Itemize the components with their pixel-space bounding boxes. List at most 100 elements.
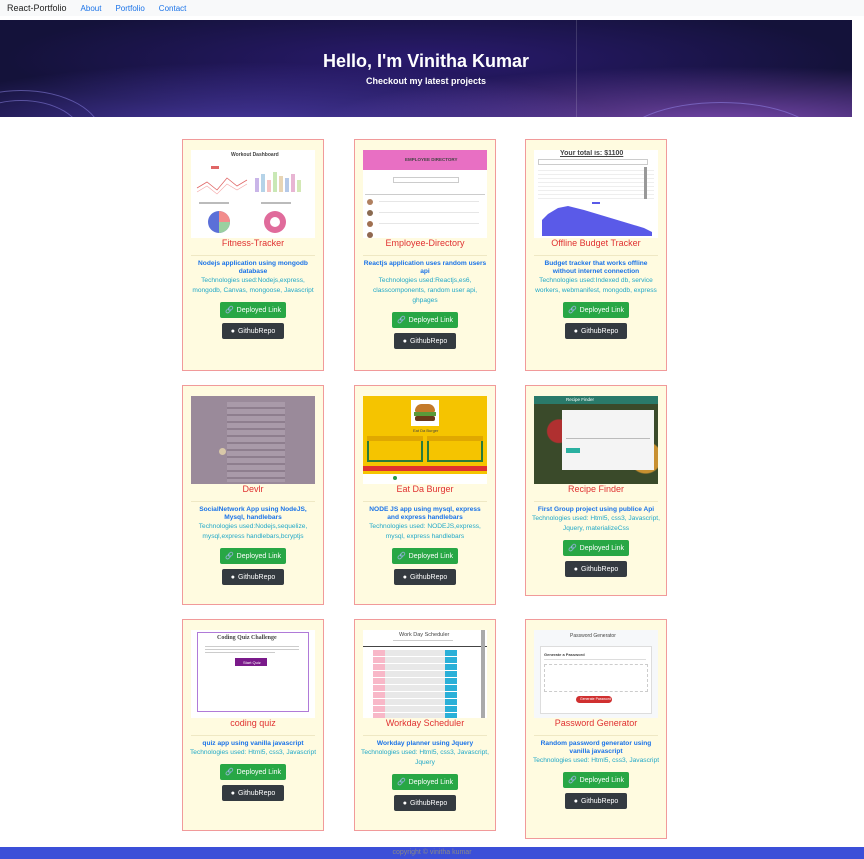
github-repo-button[interactable]: ● GithubRepo <box>222 569 284 585</box>
project-title: Password Generator <box>554 718 638 728</box>
project-title: Devlr <box>242 484 264 494</box>
project-screenshot: EMPLOYEE DIRECTORY <box>363 150 487 238</box>
divider <box>191 501 315 502</box>
project-screenshot: Your total is: $1100 <box>534 150 658 238</box>
deployed-link-button[interactable]: 🔗 Deployed Link <box>563 772 629 788</box>
project-card: Your total is: $1100 Offline Budget Trac… <box>525 139 667 371</box>
project-screenshot: Workout Dashboard <box>191 150 315 238</box>
project-technologies: Technologies used: Html5, css3, Javascri… <box>361 749 489 766</box>
github-repo-button[interactable]: ● GithubRepo <box>222 785 284 801</box>
project-description: Nodejs application using mongodb databas… <box>198 260 308 275</box>
github-icon: ● <box>230 327 235 335</box>
project-screenshot: Coding Quiz Challenge Start Quiz <box>191 630 315 718</box>
project-description: Workday planner using Jquery <box>376 740 474 747</box>
project-card: Work Day Scheduler Workday Scheduler Wor… <box>354 619 496 831</box>
deployed-link-button[interactable]: 🔗 Deployed Link <box>220 302 286 318</box>
divider <box>363 255 487 256</box>
github-icon: ● <box>573 327 578 335</box>
deployed-link-button[interactable]: 🔗 Deployed Link <box>563 540 629 556</box>
deployed-link-button[interactable]: 🔗 Deployed Link <box>392 774 458 790</box>
deployed-link-button[interactable]: 🔗 Deployed Link <box>220 764 286 780</box>
divider <box>534 501 658 502</box>
footer: copyright © vinitha kumar <box>0 847 864 859</box>
project-screenshot <box>191 396 315 484</box>
project-card: Recipe Finder Recipe Finder First Group … <box>525 385 667 596</box>
project-title: Recipe Finder <box>567 484 625 494</box>
hero-subtitle: Checkout my latest projects <box>365 76 487 86</box>
project-screenshot: Eat Da Burger <box>363 396 487 484</box>
link-icon: 🔗 <box>224 553 234 560</box>
project-screenshot: Password Generator Generate a Password G… <box>534 630 658 718</box>
deployed-link-button[interactable]: 🔗 Deployed Link <box>392 548 458 564</box>
project-title: Eat Da Burger <box>396 484 454 494</box>
github-repo-button[interactable]: ● GithubRepo <box>394 569 456 585</box>
github-icon: ● <box>230 789 235 797</box>
project-card: EMPLOYEE DIRECTORY Employee-Directory Re… <box>354 139 496 371</box>
link-icon: 🔗 <box>567 777 577 784</box>
project-title: Offline Budget Tracker <box>551 238 641 248</box>
project-title: Employee-Directory <box>385 238 465 248</box>
link-icon: 🔗 <box>567 307 577 314</box>
project-description: SocialNetwork App using NodeJS, Mysql, h… <box>199 506 307 521</box>
project-description: First Group project using publice Api <box>537 506 655 513</box>
deployed-link-button[interactable]: 🔗 Deployed Link <box>392 312 458 328</box>
divider <box>363 501 487 502</box>
link-icon: 🔗 <box>396 553 406 560</box>
hero-banner: Hello, I'm Vinitha Kumar Checkout my lat… <box>0 20 852 117</box>
nav-link-contact[interactable]: Contact <box>159 4 187 13</box>
github-repo-button[interactable]: ● GithubRepo <box>394 795 456 811</box>
github-repo-button[interactable]: ● GithubRepo <box>565 323 627 339</box>
project-technologies: Technologies used:Indexed db, service wo… <box>535 277 657 294</box>
github-repo-button[interactable]: ● GithubRepo <box>394 333 456 349</box>
project-technologies: Technologies used:Nodejs,sequelize, mysq… <box>198 523 308 540</box>
hero-title: Hello, I'm Vinitha Kumar <box>323 51 529 71</box>
github-icon: ● <box>402 337 407 345</box>
github-icon: ● <box>573 797 578 805</box>
project-screenshot: Recipe Finder <box>534 396 658 484</box>
nav-link-about[interactable]: About <box>81 4 102 13</box>
deployed-link-button[interactable]: 🔗 Deployed Link <box>220 548 286 564</box>
project-description: quiz app using vanilla javascript <box>202 740 304 747</box>
github-icon: ● <box>230 573 235 581</box>
github-repo-button[interactable]: ● GithubRepo <box>222 323 284 339</box>
project-technologies: Technologies used: NODEJS,express, mysql… <box>369 523 481 540</box>
project-title: Fitness-Tracker <box>221 238 285 248</box>
divider <box>363 735 487 736</box>
navbar: React-Portfolio About Portfolio Contact <box>0 0 864 16</box>
divider <box>534 735 658 736</box>
deployed-link-button[interactable]: 🔗 Deployed Link <box>563 302 629 318</box>
link-icon: 🔗 <box>224 769 234 776</box>
project-title: coding quiz <box>230 718 276 728</box>
github-icon: ● <box>402 799 407 807</box>
copyright-text: copyright © vinitha kumar <box>392 849 472 856</box>
divider <box>191 735 315 736</box>
project-title: Workday Scheduler <box>385 718 465 728</box>
project-card: Devlr SocialNetwork App using NodeJS, My… <box>182 385 324 605</box>
link-icon: 🔗 <box>396 317 406 324</box>
project-description: Budget tracker that works offline withou… <box>544 260 648 275</box>
project-technologies: Technologies used: Html5, css3, Javascri… <box>189 749 317 756</box>
project-technologies: Technologies used: Html5, css3, Javascri… <box>532 515 660 532</box>
link-icon: 🔗 <box>567 545 577 552</box>
github-icon: ● <box>402 573 407 581</box>
divider <box>191 255 315 256</box>
project-description: Reactjs application uses random users ap… <box>363 260 487 275</box>
github-repo-button[interactable]: ● GithubRepo <box>565 793 627 809</box>
project-card: Eat Da Burger Eat Da Burger NODE JS app … <box>354 385 496 605</box>
project-technologies: Technologies used: Html5, css3, Javascri… <box>532 757 660 764</box>
project-card: Coding Quiz Challenge Start Quiz coding … <box>182 619 324 831</box>
link-icon: 🔗 <box>224 307 234 314</box>
project-screenshot: Work Day Scheduler <box>363 630 487 718</box>
project-card: Workout Dashboard Fitness-Tracker Nodejs… <box>182 139 324 371</box>
github-icon: ● <box>573 565 578 573</box>
project-description: Random password generator using vanilla … <box>540 740 652 755</box>
project-technologies: Technologies used:Nodejs,express, mongod… <box>192 277 314 294</box>
link-icon: 🔗 <box>396 779 406 786</box>
nav-link-portfolio[interactable]: Portfolio <box>115 4 144 13</box>
github-repo-button[interactable]: ● GithubRepo <box>565 561 627 577</box>
navbar-brand[interactable]: React-Portfolio <box>7 3 67 13</box>
project-card: Password Generator Generate a Password G… <box>525 619 667 839</box>
project-technologies: Technologies used:Reactjs,es6, classcomp… <box>372 277 478 304</box>
project-description: NODE JS app using mysql, express and exp… <box>369 506 481 521</box>
divider <box>534 255 658 256</box>
